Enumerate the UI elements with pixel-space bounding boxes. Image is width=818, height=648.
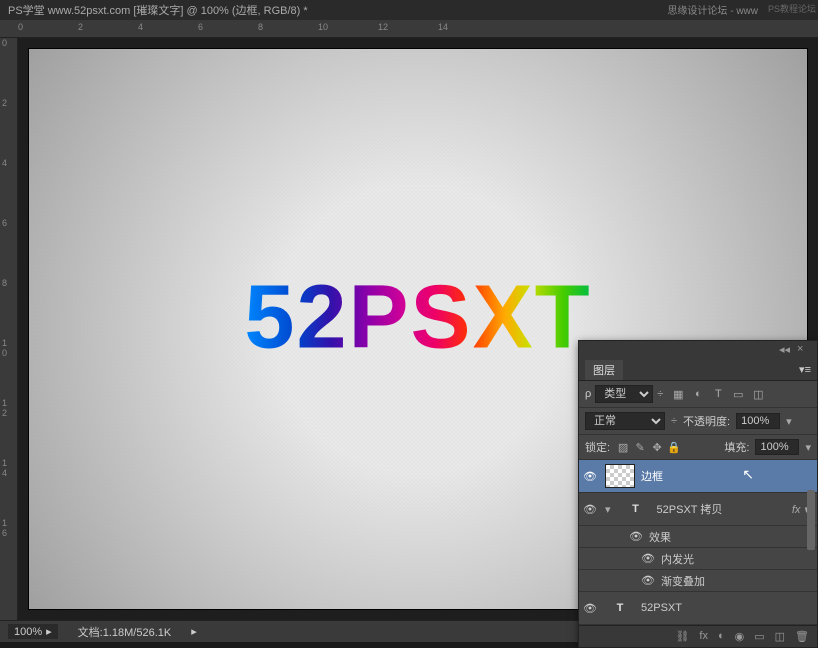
blend-mode-select[interactable]: 正常 bbox=[585, 412, 665, 430]
panel-menu-icon[interactable]: ▾≡ bbox=[799, 363, 811, 376]
filter-type-select[interactable]: 类型 bbox=[595, 385, 653, 403]
collapse-arrow-icon[interactable]: ▾ bbox=[605, 503, 611, 516]
filter-adjust-icon[interactable]: ◐ bbox=[691, 387, 705, 401]
layer-item-text-copy[interactable]: 👁 ▾ T 52PSXT 拷贝 fx ▾ bbox=[579, 493, 817, 526]
lock-label: 锁定: bbox=[585, 439, 610, 455]
chevron-down-icon[interactable]: ▾ bbox=[805, 441, 811, 454]
chevron-down-icon[interactable]: ▸ bbox=[46, 625, 52, 638]
filter-text-icon[interactable]: T bbox=[711, 387, 725, 401]
doc-info[interactable]: 文档:1.18M/526.1K bbox=[78, 624, 172, 640]
layer-item-text[interactable]: 👁 T 52PSXT bbox=[579, 592, 817, 625]
link-layers-icon[interactable]: ⛓ bbox=[675, 630, 689, 643]
filter-smart-icon[interactable]: ◫ bbox=[751, 387, 765, 401]
filter-arrow-icon[interactable]: ÷ bbox=[657, 388, 663, 400]
layer-name[interactable]: 边框 bbox=[641, 468, 815, 484]
fill-input[interactable] bbox=[755, 439, 799, 455]
chevron-right-icon[interactable]: ▸ bbox=[191, 625, 197, 638]
ruler-horizontal[interactable]: 02468101214 bbox=[0, 20, 818, 38]
filter-pixel-icon[interactable]: ▦ bbox=[671, 387, 685, 401]
canvas-text[interactable]: 52PSXT bbox=[244, 266, 591, 369]
close-icon[interactable]: × bbox=[797, 343, 811, 357]
effects-header[interactable]: 👁 效果 bbox=[579, 526, 817, 548]
lock-row: 锁定: ▨ ✎ ✥ 🔒 填充: ▾ bbox=[579, 435, 817, 460]
fx-icon[interactable]: fx bbox=[699, 630, 708, 643]
visibility-icon[interactable]: 👁 bbox=[581, 602, 599, 615]
watermark-2: PS教程论坛 bbox=[768, 2, 816, 15]
visibility-icon[interactable]: 👁 bbox=[641, 574, 655, 587]
panel-header: 图层 ▾≡ bbox=[579, 359, 817, 381]
filter-row: ρ 类型 ÷ ▦ ◐ T ▭ ◫ bbox=[579, 381, 817, 408]
visibility-icon[interactable]: 👁 bbox=[581, 503, 599, 516]
lock-transparency-icon[interactable]: ▨ bbox=[616, 440, 630, 454]
text-layer-icon[interactable]: T bbox=[605, 596, 635, 620]
delete-icon[interactable]: 🗑 bbox=[795, 630, 809, 643]
collapse-icon[interactable]: ◂◂ bbox=[779, 343, 793, 357]
layer-name[interactable]: 52PSXT bbox=[641, 602, 815, 614]
visibility-icon[interactable]: 👁 bbox=[581, 470, 599, 483]
layer-list: 👁 边框 👁 ▾ T 52PSXT 拷贝 fx ▾ 👁 效果 👁 内发光 👁 渐… bbox=[579, 460, 817, 625]
zoom-level[interactable]: 100% ▸ bbox=[8, 624, 58, 639]
visibility-icon[interactable]: 👁 bbox=[629, 530, 643, 543]
layers-tab[interactable]: 图层 bbox=[585, 360, 623, 380]
lock-position-icon[interactable]: ✥ bbox=[650, 440, 664, 454]
ruler-vertical[interactable]: 0246810121416 bbox=[0, 38, 18, 620]
effect-gradient-overlay[interactable]: 👁 渐变叠加 bbox=[579, 570, 817, 592]
blend-row: 正常 ÷ 不透明度: ▾ bbox=[579, 408, 817, 435]
watermark-1: 思缘设计论坛 - www bbox=[667, 2, 758, 17]
group-icon[interactable]: ▭ bbox=[754, 630, 764, 643]
lock-paint-icon[interactable]: ✎ bbox=[633, 440, 647, 454]
panel-footer: ⛓ fx ◐ ◉ ▭ ◫ 🗑 bbox=[579, 625, 817, 647]
scrollbar[interactable] bbox=[807, 490, 815, 550]
opacity-input[interactable] bbox=[736, 413, 780, 429]
adjustment-icon[interactable]: ◉ bbox=[735, 630, 745, 643]
text-layer-icon[interactable]: T bbox=[621, 497, 651, 521]
lock-all-icon[interactable]: 🔒 bbox=[667, 440, 681, 454]
mask-icon[interactable]: ◐ bbox=[718, 630, 725, 643]
visibility-icon[interactable]: 👁 bbox=[641, 552, 655, 565]
filter-shape-icon[interactable]: ▭ bbox=[731, 387, 745, 401]
layers-panel: ◂◂ × 图层 ▾≡ ρ 类型 ÷ ▦ ◐ T ▭ ◫ 正常 ÷ 不透明度: ▾… bbox=[578, 340, 818, 648]
effect-inner-glow[interactable]: 👁 内发光 bbox=[579, 548, 817, 570]
chevron-down-icon[interactable]: ▾ bbox=[786, 415, 792, 428]
layer-item-border[interactable]: 👁 边框 bbox=[579, 460, 817, 493]
opacity-label: 不透明度: bbox=[683, 413, 730, 429]
fill-label: 填充: bbox=[724, 439, 749, 455]
document-title: PS学堂 www.52psxt.com [璀璨文字] @ 100% (边框, R… bbox=[8, 2, 308, 18]
layer-thumbnail[interactable] bbox=[605, 464, 635, 488]
layer-name[interactable]: 52PSXT 拷贝 bbox=[657, 501, 786, 517]
new-layer-icon[interactable]: ◫ bbox=[775, 630, 785, 643]
